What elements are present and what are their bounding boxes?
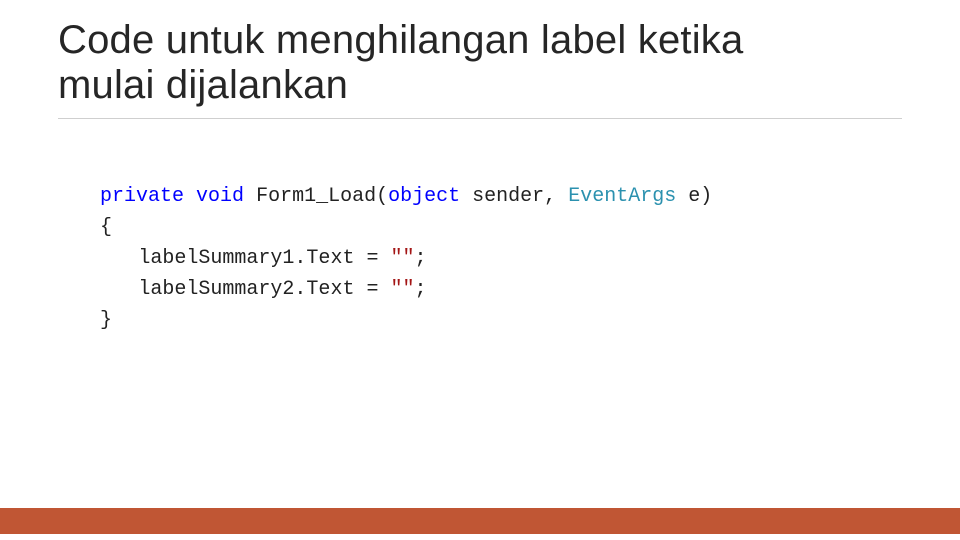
- stmt1-semi: ;: [414, 247, 426, 270]
- stmt1-str: "": [390, 247, 414, 270]
- title-line-2: mulai dijalankan: [58, 63, 348, 107]
- stmt1-lhs: labelSummary1.Text: [138, 247, 354, 270]
- type-eventargs: EventArgs: [568, 185, 676, 208]
- paren-open: (: [376, 185, 388, 208]
- comma: ,: [544, 185, 556, 208]
- keyword-object: object: [388, 185, 460, 208]
- param-sender: sender: [472, 185, 544, 208]
- method-name: Form1_Load: [256, 185, 376, 208]
- footer-bar: [0, 508, 960, 534]
- stmt2-semi: ;: [414, 278, 426, 301]
- paren-close: ): [700, 185, 712, 208]
- brace-open: {: [100, 216, 112, 239]
- title-line-1: Code untuk menghilangan label ketika: [58, 18, 743, 62]
- param-e: e: [688, 185, 700, 208]
- slide-title: Code untuk menghilangan label ketika mul…: [58, 18, 898, 108]
- title-underline: [58, 118, 902, 119]
- keyword-private: private: [100, 185, 184, 208]
- stmt2-lhs: labelSummary2.Text: [138, 278, 354, 301]
- stmt2-str: "": [390, 278, 414, 301]
- stmt2-op: =: [354, 278, 390, 301]
- code-block: private void Form1_Load(object sender, E…: [100, 150, 712, 367]
- keyword-void: void: [196, 185, 244, 208]
- slide: Code untuk menghilangan label ketika mul…: [0, 0, 960, 540]
- brace-close: }: [100, 309, 112, 332]
- stmt1-op: =: [354, 247, 390, 270]
